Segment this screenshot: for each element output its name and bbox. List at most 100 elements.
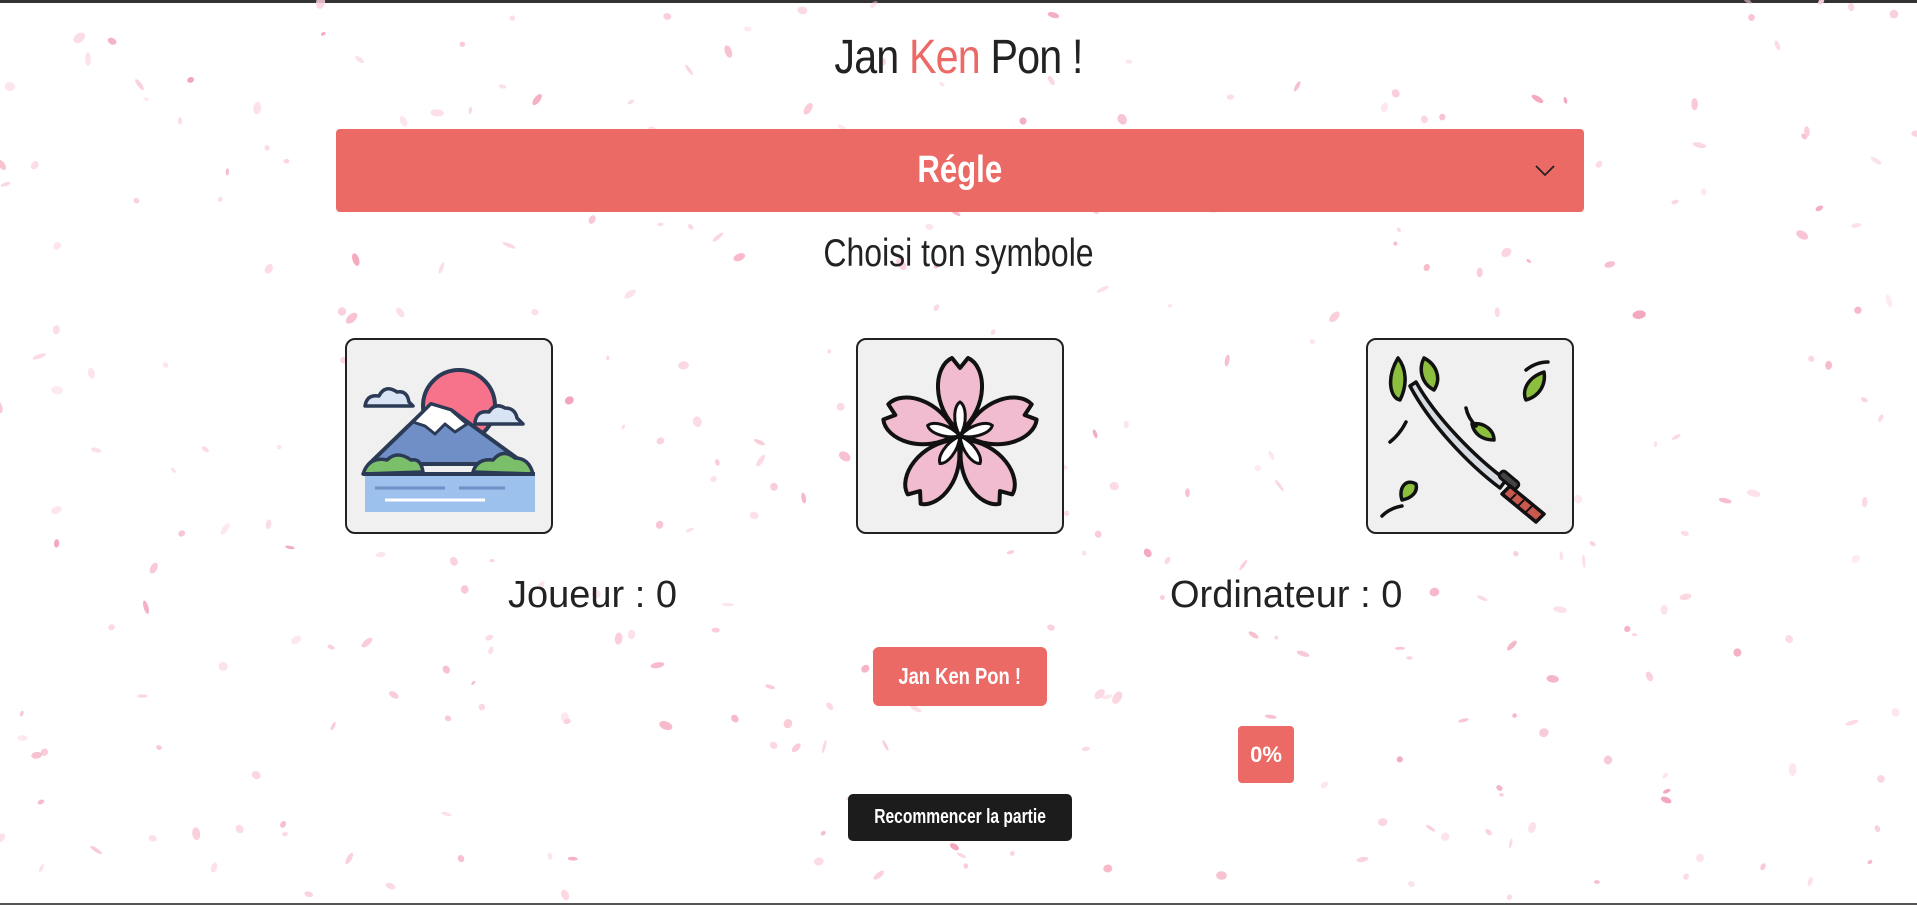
petal — [1094, 689, 1105, 700]
petal — [1825, 360, 1833, 370]
petal — [1159, 594, 1165, 601]
petal — [17, 735, 28, 741]
petal — [882, 740, 889, 751]
petal — [685, 527, 694, 533]
petal — [1748, 13, 1755, 21]
petal — [430, 109, 444, 117]
petal — [803, 102, 813, 115]
petal — [235, 824, 244, 834]
petal — [87, 367, 95, 379]
petal — [1185, 488, 1190, 498]
petal — [1143, 548, 1152, 558]
petal — [1718, 497, 1732, 504]
petal — [1660, 604, 1668, 615]
petal — [1081, 550, 1087, 556]
petal — [304, 891, 314, 898]
petal — [1645, 671, 1654, 682]
petal — [678, 361, 689, 370]
petal — [1226, 94, 1234, 100]
petal — [389, 691, 399, 699]
petal — [663, 13, 672, 20]
choice-katana-button[interactable] — [1366, 338, 1574, 534]
petal — [711, 627, 720, 633]
play-button[interactable]: Jan Ken Pon ! — [873, 647, 1047, 706]
petal — [1506, 894, 1513, 900]
petal — [1425, 824, 1436, 832]
petal — [650, 662, 665, 669]
petal — [1009, 850, 1015, 857]
petal — [280, 821, 287, 828]
petal — [201, 446, 209, 453]
petal — [107, 37, 117, 45]
petal — [32, 353, 46, 360]
petal — [489, 558, 495, 563]
petal — [1878, 414, 1884, 422]
petal — [1381, 102, 1389, 113]
petal — [0, 833, 6, 843]
petal — [1064, 510, 1070, 516]
petal — [133, 197, 140, 204]
petal — [1874, 825, 1881, 833]
petal — [1808, 355, 1815, 362]
petal — [210, 862, 218, 873]
petal — [1408, 881, 1415, 888]
petal — [0, 181, 11, 187]
petal — [108, 624, 115, 631]
petal — [1513, 551, 1519, 557]
petal — [1396, 756, 1403, 763]
petal — [588, 215, 596, 224]
petal — [31, 751, 42, 759]
petal — [192, 827, 201, 840]
petal — [449, 556, 458, 566]
petal — [444, 715, 452, 722]
petal — [1624, 625, 1631, 633]
petal — [688, 224, 694, 230]
petal — [1653, 441, 1658, 448]
petal — [478, 703, 486, 711]
choice-flower-button[interactable] — [856, 338, 1064, 534]
petal — [1512, 713, 1517, 718]
petal — [51, 386, 63, 395]
petal — [827, 349, 832, 354]
petal — [1296, 650, 1310, 657]
petal — [1164, 556, 1171, 565]
petal — [925, 223, 934, 230]
petal — [783, 718, 793, 729]
petal — [330, 721, 336, 731]
petal — [749, 511, 759, 520]
petal — [836, 402, 845, 411]
petal — [838, 451, 851, 462]
petal — [137, 694, 148, 698]
petal — [1854, 306, 1862, 314]
petal — [1889, 9, 1899, 19]
petal — [1804, 126, 1810, 138]
petal — [345, 852, 354, 865]
petal — [337, 307, 347, 316]
petal — [861, 664, 870, 673]
restart-button-label: Recommencer la partie — [874, 806, 1046, 828]
petal — [560, 712, 569, 723]
petal — [1877, 775, 1885, 783]
petal — [396, 307, 405, 318]
petal — [1662, 788, 1671, 794]
petal — [1094, 530, 1102, 538]
petal — [1746, 489, 1761, 497]
choose-symbol-heading: Choisi ton symbole — [823, 232, 1094, 275]
petal — [1496, 785, 1503, 791]
petal — [4, 82, 16, 92]
petal — [251, 771, 261, 780]
petal — [813, 857, 824, 866]
rules-accordion[interactable]: Régle — [336, 129, 1584, 212]
page-title: Jan Ken Pon ! — [134, 30, 1783, 85]
petal — [51, 506, 62, 515]
petal — [170, 467, 176, 473]
petal — [253, 101, 262, 115]
petal — [143, 97, 149, 101]
petal — [1860, 397, 1868, 403]
petal — [1092, 429, 1098, 439]
petal — [1589, 541, 1596, 547]
choice-mountain-button[interactable] — [345, 338, 553, 534]
petal — [1815, 205, 1824, 212]
restart-game-button[interactable]: Recommencer la partie — [848, 794, 1072, 841]
petal — [375, 552, 386, 558]
